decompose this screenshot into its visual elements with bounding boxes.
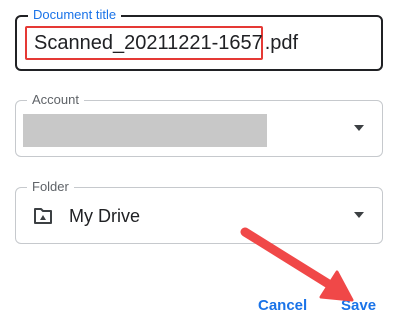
document-title-value: Scanned_20211221-1657 [34,31,263,54]
folder-value: My Drive [69,206,140,226]
account-label: Account [27,92,84,108]
folder-select[interactable]: Folder My Drive [15,179,383,244]
document-title-field[interactable]: Document title Scanned_20211221-1657 .pdf [15,7,383,71]
folder-label: Folder [27,179,74,195]
account-select[interactable]: Account [15,92,383,157]
dropdown-arrow-icon[interactable] [354,212,364,218]
document-title-label: Document title [28,7,122,23]
redacted-account-value [23,114,267,147]
document-title-extension: .pdf [264,31,299,54]
save-button[interactable]: Save [341,296,376,316]
cancel-button[interactable]: Cancel [258,296,307,316]
shared-folder-icon [34,208,52,224]
document-title-input[interactable]: Scanned_20211221-1657 .pdf [25,26,298,60]
dropdown-arrow-icon[interactable] [354,125,364,131]
